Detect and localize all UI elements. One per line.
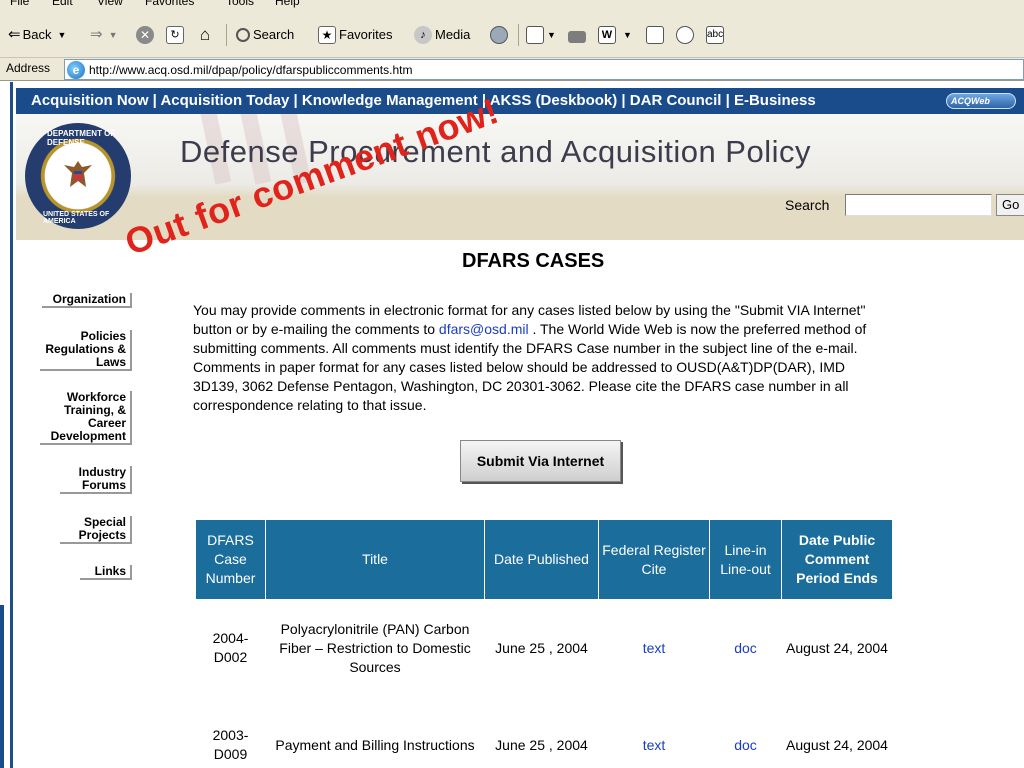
left-nav-policies[interactable]: Policies Regulations & Laws	[40, 330, 132, 371]
comment-period-ends-cell: August 24, 2004	[786, 736, 888, 753]
dfars-cases-table: DFARS Case Number Title Date Published F…	[195, 519, 893, 768]
back-arrow-icon: ⇐	[8, 26, 21, 43]
submit-via-internet-button[interactable]: Submit Via Internet	[460, 440, 621, 482]
media-toolbar-label: Media	[435, 27, 471, 42]
chevron-down-icon: ▼	[623, 30, 632, 40]
window-left-edge	[0, 605, 4, 768]
spellcheck-icon: abc	[706, 26, 724, 44]
title-cell: Payment and Billing Instructions	[275, 736, 475, 753]
favorites-toolbar-label: Favorites	[339, 27, 393, 42]
title-cell: Polyacrylonitrile (PAN) Carbon Fiber – R…	[279, 620, 471, 675]
history-icon	[490, 26, 508, 44]
site-search-input[interactable]	[845, 194, 992, 216]
toolbar-separator	[518, 24, 519, 46]
speech-bubble-icon	[676, 26, 694, 44]
intro-paragraph: You may provide comments in electronic f…	[193, 301, 893, 415]
case-number-cell: 2003-D009	[212, 727, 249, 762]
table-header-row: DFARS Case Number Title Date Published F…	[195, 519, 893, 600]
comment-period-ends-cell: August 24, 2004	[786, 639, 888, 656]
site-title: Defense Procurement and Acquisition Poli…	[180, 134, 811, 169]
search-toolbar-button[interactable]: Search	[236, 24, 294, 46]
federal-register-text-link[interactable]: text	[599, 697, 710, 768]
research-button[interactable]: abc	[706, 24, 727, 46]
page-left-rule	[10, 82, 13, 768]
home-button[interactable]: ⌂	[196, 24, 217, 46]
address-label: Address	[6, 61, 51, 75]
left-nav-workforce[interactable]: Workforce Training, & Career Development	[40, 391, 132, 445]
chevron-down-icon: ▼	[57, 30, 67, 40]
search-label: Search	[785, 197, 830, 213]
seal-top-text: DEPARTMENT OF DEFENSE	[47, 129, 116, 147]
address-bar: Address e http://www.acq.osd.mil/dpap/po…	[0, 58, 1024, 81]
menu-tools[interactable]: Tools	[226, 0, 254, 8]
stop-button[interactable]: ✕	[136, 24, 157, 46]
page-globe-icon: e	[67, 60, 85, 79]
col-header-title: Title	[265, 519, 485, 600]
col-header-line-in-out: Line-in Line-out	[709, 519, 782, 600]
table-row: 2004-D002 Polyacrylonitrile (PAN) Carbon…	[196, 600, 893, 697]
home-icon: ⌂	[199, 25, 211, 44]
web-page: Acquisition Now | Acquisition Today | Kn…	[0, 82, 1024, 768]
menu-view[interactable]: View	[97, 0, 123, 8]
address-field[interactable]: e http://www.acq.osd.mil/dpap/policy/dfa…	[64, 59, 1024, 80]
top-nav-links[interactable]: Acquisition Now | Acquisition Today | Kn…	[31, 88, 816, 114]
date-published-cell: June 25 , 2004	[495, 736, 588, 753]
printer-icon	[568, 31, 586, 43]
refresh-icon: ↻	[166, 26, 184, 44]
site-top-nav: Acquisition Now | Acquisition Today | Kn…	[16, 88, 1024, 114]
page-heading: DFARS CASES	[462, 250, 605, 272]
favorites-star-icon: ★	[318, 26, 336, 44]
left-nav-organization[interactable]: Organization	[42, 293, 132, 308]
back-label: Back	[22, 27, 52, 42]
favorites-toolbar-button[interactable]: ★ Favorites	[318, 24, 392, 46]
line-in-line-out-doc-link[interactable]: doc	[710, 600, 782, 697]
back-button[interactable]: ⇐ Back ▼	[8, 24, 66, 46]
search-toolbar-label: Search	[253, 27, 295, 42]
browser-toolbar: ⇐ Back ▼ ⇒ ▼ ✕ ↻ ⌂ Search ★ Favorites ♪ …	[0, 14, 1024, 58]
address-url[interactable]: http://www.acq.osd.mil/dpap/policy/dfars…	[89, 63, 412, 77]
acqweb-logo[interactable]: ACQWeb	[946, 93, 1016, 109]
forward-button[interactable]: ⇒ ▼	[90, 24, 118, 46]
seal-bottom-text: UNITED STATES OF AMERICA	[43, 211, 110, 225]
go-button[interactable]: Go	[996, 194, 1024, 216]
col-header-comment-period-ends: Date Public Comment Period Ends	[781, 519, 893, 600]
magnifier-icon	[236, 28, 250, 42]
email-link[interactable]: dfars@osd.mil	[439, 321, 529, 337]
messenger-button[interactable]	[676, 24, 697, 46]
menu-help[interactable]: Help	[275, 0, 300, 8]
table-row: 2003-D009 Payment and Billing Instructio…	[196, 697, 893, 768]
eagle-icon	[64, 161, 92, 187]
col-header-date-published: Date Published	[484, 519, 599, 600]
stop-icon: ✕	[136, 26, 154, 44]
discuss-icon	[646, 26, 664, 44]
media-toolbar-button[interactable]: ♪ Media	[414, 24, 470, 46]
case-number-cell: 2004-D002	[212, 630, 249, 666]
col-header-case-number: DFARS Case Number	[195, 519, 266, 600]
mail-icon	[526, 26, 544, 44]
line-in-line-out-doc-link[interactable]: doc	[710, 697, 782, 768]
chevron-down-icon: ▼	[547, 30, 556, 40]
menu-favorites[interactable]: Favorites	[145, 0, 194, 8]
col-header-federal-register: Federal Register Cite	[598, 519, 710, 600]
edit-button[interactable]: W ▼	[598, 24, 632, 46]
federal-register-text-link[interactable]: text	[599, 600, 710, 697]
discuss-button[interactable]	[646, 24, 667, 46]
dod-seal[interactable]: DEPARTMENT OF DEFENSE UNITED STATES OF A…	[25, 123, 131, 229]
media-icon: ♪	[414, 26, 432, 44]
forward-arrow-icon: ⇒	[90, 26, 103, 43]
menu-file[interactable]: File	[10, 0, 29, 8]
menu-bar: File Edit View Favorites Tools Help	[0, 0, 1024, 14]
left-nav-links[interactable]: Links	[80, 565, 132, 580]
left-nav-special-projects[interactable]: Special Projects	[60, 516, 132, 544]
history-button[interactable]	[490, 24, 511, 46]
toolbar-separator	[226, 24, 227, 46]
print-button[interactable]	[568, 24, 589, 46]
date-published-cell: June 25 , 2004	[495, 639, 588, 656]
left-nav-industry-forums[interactable]: Industry Forums	[60, 466, 132, 494]
word-edit-icon: W	[598, 26, 616, 44]
refresh-button[interactable]: ↻	[166, 24, 187, 46]
menu-edit[interactable]: Edit	[52, 0, 73, 8]
mail-button[interactable]: ▼	[526, 24, 556, 46]
chevron-down-icon: ▼	[108, 30, 118, 40]
